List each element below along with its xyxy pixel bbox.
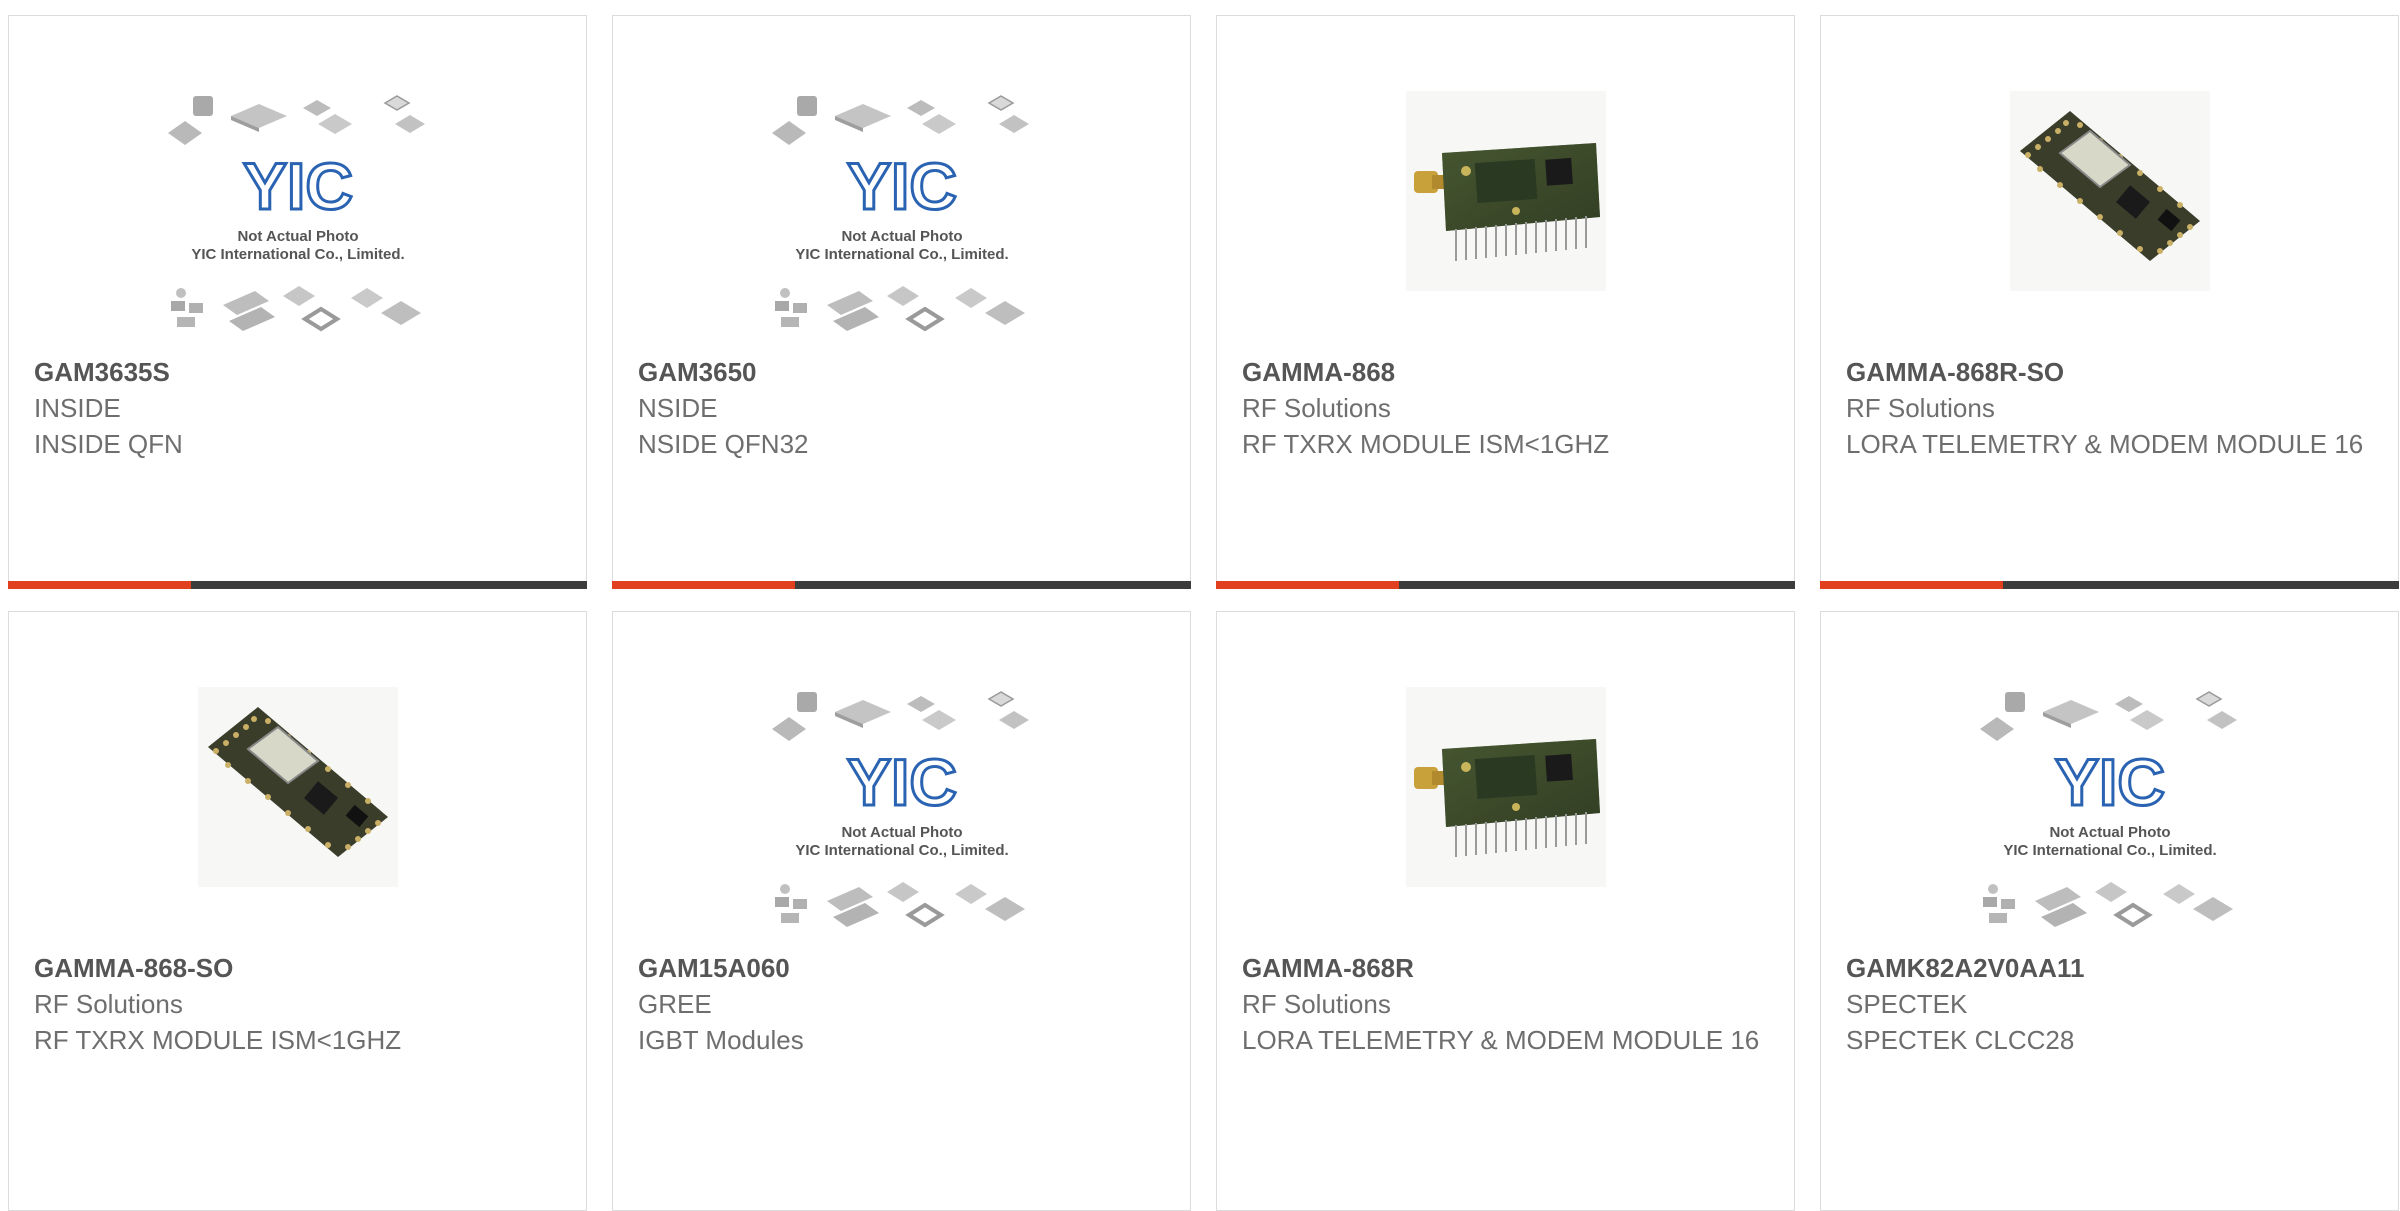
card-accent-stripe (612, 581, 795, 589)
manufacturer: NSIDE (638, 393, 718, 423)
product-info: GAMMA-868 RF Solutions RF TXRX MODULE IS… (1242, 354, 1774, 462)
product-info: GAM15A060 GREE IGBT Modules (638, 950, 1170, 1058)
rf-module-photo (1406, 91, 1606, 291)
product-card[interactable]: GAMMA-868 RF Solutions RF TXRX MODULE IS… (1216, 15, 1795, 589)
card-accent-stripe (1820, 581, 2003, 589)
product-info: GAMK82A2V0AA11 SPECTEK SPECTEK CLCC28 (1846, 950, 2378, 1058)
product-card[interactable]: GAMMA-868R-SO RF Solutions LORA TELEMETR… (1820, 15, 2399, 589)
part-number[interactable]: GAMMA-868 (1242, 354, 1774, 390)
part-number[interactable]: GAM3635S (34, 354, 566, 390)
lora-module-photo (2010, 91, 2210, 291)
product-image[interactable] (613, 91, 1190, 356)
card-bottom-bar (1216, 581, 1795, 589)
product-image[interactable] (9, 687, 586, 952)
part-number[interactable]: GAMMA-868R (1242, 950, 1774, 986)
manufacturer: INSIDE (34, 393, 121, 423)
product-description: LORA TELEMETRY & MODEM MODULE 16 (1846, 429, 2364, 459)
product-grid: GAM3635S INSIDE INSIDE QFN GAM3650 NSIDE… (8, 15, 2399, 1211)
card-accent-stripe (1216, 581, 1399, 589)
card-bottom-bar (612, 581, 1191, 589)
product-info: GAMMA-868R RF Solutions LORA TELEMETRY &… (1242, 950, 1774, 1058)
product-card[interactable]: GAM15A060 GREE IGBT Modules (612, 611, 1191, 1211)
card-bottom-bar (8, 581, 587, 589)
product-info: GAMMA-868R-SO RF Solutions LORA TELEMETR… (1846, 354, 2378, 462)
not-actual-photo-placeholder-image (1975, 687, 2245, 937)
product-description: RF TXRX MODULE ISM<1GHZ (1242, 429, 1610, 459)
product-description: IGBT Modules (638, 1025, 804, 1055)
manufacturer: SPECTEK (1846, 989, 1968, 1019)
part-number[interactable]: GAMK82A2V0AA11 (1846, 950, 2378, 986)
not-actual-photo-placeholder-image (767, 91, 1037, 341)
part-number[interactable]: GAMMA-868R-SO (1846, 354, 2378, 390)
rf-module-photo (1406, 687, 1606, 887)
part-number[interactable]: GAM15A060 (638, 950, 1170, 986)
part-number[interactable]: GAM3650 (638, 354, 1170, 390)
product-image[interactable] (1821, 687, 2398, 952)
product-description: NSIDE QFN32 (638, 429, 809, 459)
product-image[interactable] (1217, 687, 1794, 952)
manufacturer: RF Solutions (1242, 393, 1391, 423)
product-description: SPECTEK CLCC28 (1846, 1025, 2075, 1055)
product-card[interactable]: GAMMA-868-SO RF Solutions RF TXRX MODULE… (8, 611, 587, 1211)
not-actual-photo-placeholder-image (163, 91, 433, 341)
product-info: GAM3635S INSIDE INSIDE QFN (34, 354, 566, 462)
product-card[interactable]: GAMK82A2V0AA11 SPECTEK SPECTEK CLCC28 (1820, 611, 2399, 1211)
product-info: GAM3650 NSIDE NSIDE QFN32 (638, 354, 1170, 462)
product-card[interactable]: GAM3650 NSIDE NSIDE QFN32 (612, 15, 1191, 589)
manufacturer: RF Solutions (34, 989, 183, 1019)
card-accent-stripe (8, 581, 191, 589)
product-info: GAMMA-868-SO RF Solutions RF TXRX MODULE… (34, 950, 566, 1058)
product-image[interactable] (1821, 91, 2398, 356)
product-card[interactable]: GAM3635S INSIDE INSIDE QFN (8, 15, 587, 589)
product-description: LORA TELEMETRY & MODEM MODULE 16 (1242, 1025, 1760, 1055)
product-card[interactable]: GAMMA-868R RF Solutions LORA TELEMETRY &… (1216, 611, 1795, 1211)
product-description: INSIDE QFN (34, 429, 183, 459)
product-description: RF TXRX MODULE ISM<1GHZ (34, 1025, 402, 1055)
product-image[interactable] (1217, 91, 1794, 356)
part-number[interactable]: GAMMA-868-SO (34, 950, 566, 986)
product-image[interactable] (613, 687, 1190, 952)
manufacturer: RF Solutions (1846, 393, 1995, 423)
lora-module-photo (198, 687, 398, 887)
card-bottom-bar (1820, 581, 2399, 589)
manufacturer: GREE (638, 989, 712, 1019)
product-image[interactable] (9, 91, 586, 356)
not-actual-photo-placeholder-image (767, 687, 1037, 937)
manufacturer: RF Solutions (1242, 989, 1391, 1019)
